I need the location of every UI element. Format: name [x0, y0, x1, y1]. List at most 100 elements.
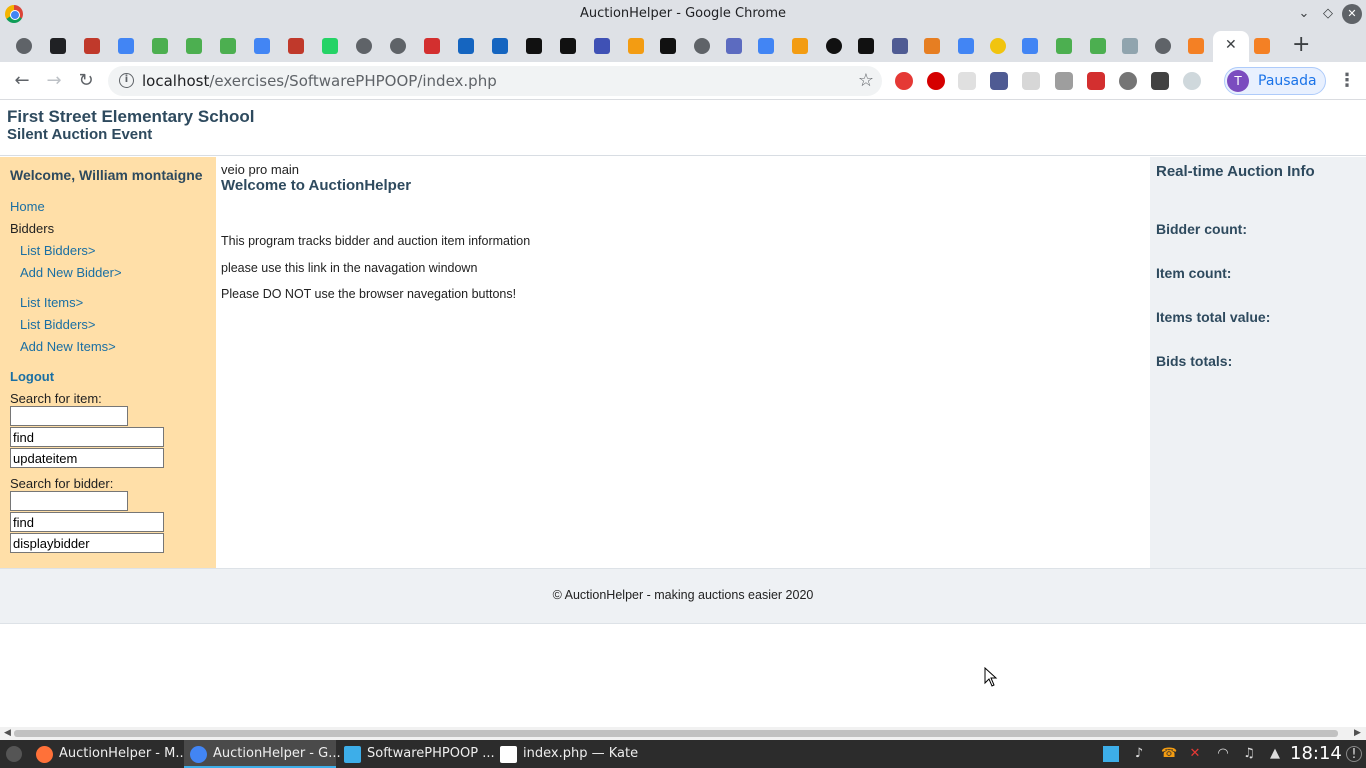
w3schools-tab-icon[interactable]	[1056, 38, 1072, 54]
generic-tab-icon[interactable]	[356, 38, 372, 54]
bookmark-star-icon[interactable]: ☆	[858, 70, 874, 91]
app-launcher-icon[interactable]	[6, 746, 22, 762]
cube-tab-icon[interactable]	[458, 38, 474, 54]
site-header: First Street Elementary School Silent Au…	[0, 101, 1366, 156]
cube-tab-icon[interactable]	[492, 38, 508, 54]
whatsapp-tab-icon[interactable]	[322, 38, 338, 54]
generic-tab-icon[interactable]	[16, 38, 32, 54]
generic-tab-icon[interactable]	[390, 38, 406, 54]
taskbar-clock[interactable]: 18:14	[1290, 743, 1342, 764]
minimize-icon[interactable]: ⌄	[1294, 4, 1314, 24]
items-total-value-label: Items total value:	[1156, 309, 1271, 325]
extension-icon[interactable]	[1055, 72, 1073, 90]
php-extension-icon[interactable]	[990, 72, 1008, 90]
taskbar-task-firefox[interactable]: AuctionHelper - M...	[30, 740, 188, 768]
search-item-input[interactable]	[10, 406, 128, 426]
shield-extension-icon[interactable]	[1087, 72, 1105, 90]
pma-tab-icon[interactable]	[628, 38, 644, 54]
reload-button[interactable]: ↻	[75, 70, 97, 92]
sun-tab-icon[interactable]	[1122, 38, 1138, 54]
stackoverflow-tab-icon[interactable]	[1188, 38, 1204, 54]
nav-list-bidders-link[interactable]: List Bidders>	[20, 243, 96, 258]
nav-add-new-bidder-link[interactable]: Add New Bidder>	[20, 265, 122, 280]
forward-button[interactable]: →	[43, 70, 65, 92]
scroll-right-icon[interactable]: ▶	[1354, 727, 1361, 740]
bidder-display-field[interactable]	[10, 533, 164, 553]
feather-tab-icon[interactable]	[526, 38, 542, 54]
yab-extension-icon[interactable]	[1119, 72, 1137, 90]
taskbar-task-chrome[interactable]: AuctionHelper - G...	[184, 740, 341, 768]
feather-tab-icon[interactable]	[560, 38, 576, 54]
google-tab-icon[interactable]	[118, 38, 134, 54]
logout-link[interactable]: Logout	[10, 369, 54, 384]
w3schools-tab-icon[interactable]	[220, 38, 236, 54]
chrome-menu-icon[interactable]: ⋮	[1338, 70, 1356, 91]
taskbar: 18:14 ♪ ☎ ✕ ◠ ♫ ▲ ! AuctionHelper - M...…	[0, 740, 1366, 768]
tray-app-icon[interactable]	[1103, 746, 1119, 762]
speaker-icon[interactable]: ♫	[1241, 746, 1257, 762]
orange-tab-icon[interactable]	[924, 38, 940, 54]
scroll-left-icon[interactable]: ◀	[4, 727, 11, 740]
close-tab-icon[interactable]: ✕	[1225, 37, 1237, 53]
github-tab-icon[interactable]	[660, 38, 676, 54]
w-tab-icon[interactable]	[858, 38, 874, 54]
extension-tab-icon[interactable]	[84, 38, 100, 54]
nav-add-new-items-link[interactable]: Add New Items>	[20, 339, 116, 354]
w3schools-tab-icon[interactable]	[152, 38, 168, 54]
url-text[interactable]: localhost/exercises/SoftwarePHPOOP/index…	[142, 72, 497, 90]
w3schools-tab-icon[interactable]	[1090, 38, 1106, 54]
generic-tab-icon[interactable]	[1155, 38, 1171, 54]
generic-tab-icon[interactable]	[826, 38, 842, 54]
realtime-info-panel: Real-time Auction Info Bidder count: Ite…	[1150, 157, 1366, 568]
extension-icon[interactable]	[958, 72, 976, 90]
tray-expand-icon[interactable]: ▲	[1267, 746, 1283, 762]
taskbar-task-kate[interactable]: index.php — Kate	[494, 740, 644, 768]
window-titlebar: AuctionHelper - Google Chrome ⌄ ◇ ✕	[0, 0, 1366, 29]
translate-tab-icon[interactable]	[758, 38, 774, 54]
profile-button[interactable]: T Pausada	[1224, 67, 1326, 95]
wifi-icon[interactable]: ◠	[1215, 746, 1231, 762]
stackoverflow-tab-icon[interactable]	[1254, 38, 1270, 54]
adblock-extension-icon[interactable]	[895, 72, 913, 90]
php-tab-icon[interactable]	[892, 38, 908, 54]
w3schools-tab-icon[interactable]	[186, 38, 202, 54]
school-name: First Street Elementary School	[7, 107, 255, 126]
notifications-icon[interactable]: !	[1346, 746, 1362, 762]
search-bidder-input[interactable]	[10, 491, 128, 511]
google-tab-icon[interactable]	[958, 38, 974, 54]
network-off-icon[interactable]: ✕	[1187, 746, 1203, 762]
nav-list-bidders-link-2[interactable]: List Bidders>	[20, 317, 96, 332]
phone-icon[interactable]: ☎	[1161, 746, 1177, 762]
maximize-icon[interactable]: ◇	[1318, 4, 1338, 24]
scrollbar-thumb[interactable]	[14, 730, 1338, 737]
generic-tab-icon[interactable]	[694, 38, 710, 54]
ublock-extension-icon[interactable]	[927, 72, 945, 90]
translate-tab-icon[interactable]	[1022, 38, 1038, 54]
close-window-icon[interactable]: ✕	[1342, 4, 1362, 24]
grid-tab-icon[interactable]	[726, 38, 742, 54]
horizontal-scrollbar[interactable]: ◀ ▶	[0, 727, 1366, 740]
generic-tab-icon[interactable]	[990, 38, 1006, 54]
volume-icon[interactable]: ♪	[1131, 746, 1147, 762]
nav-home-link[interactable]: Home	[10, 199, 45, 214]
google-tab-icon[interactable]	[254, 38, 270, 54]
left-navigation: Welcome, William montaigne Home Bidders …	[0, 157, 216, 568]
pma-tab-icon[interactable]	[792, 38, 808, 54]
back-button[interactable]: ←	[11, 70, 33, 92]
site-info-icon[interactable]: i	[119, 73, 134, 88]
bulb-extension-icon[interactable]	[1183, 72, 1201, 90]
extension-icon[interactable]	[1151, 72, 1169, 90]
item-find-field[interactable]	[10, 427, 164, 447]
clock-tab-icon[interactable]	[594, 38, 610, 54]
nav-list-items-link[interactable]: List Items>	[20, 295, 83, 310]
address-bar[interactable]: i localhost/exercises/SoftwarePHPOOP/ind…	[108, 66, 882, 96]
java-extension-icon[interactable]	[1022, 72, 1040, 90]
wikipedia-tab-icon[interactable]	[50, 38, 66, 54]
taskbar-task-file-manager[interactable]: SoftwarePHPOOP ...	[338, 740, 495, 768]
shield-tab-icon[interactable]	[288, 38, 304, 54]
new-tab-button[interactable]: +	[1292, 34, 1310, 56]
bidder-find-field[interactable]	[10, 512, 164, 532]
item-update-field[interactable]	[10, 448, 164, 468]
active-tab[interactable]: ✕	[1213, 31, 1249, 62]
star-tab-icon[interactable]	[424, 38, 440, 54]
